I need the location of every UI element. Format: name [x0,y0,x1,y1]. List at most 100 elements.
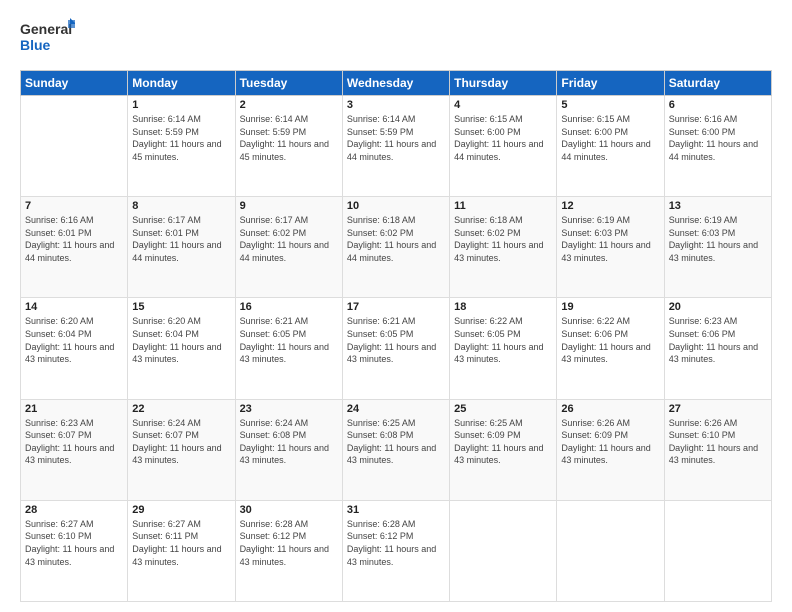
header-saturday: Saturday [664,71,771,96]
day-info: Sunrise: 6:24 AM Sunset: 6:07 PM Dayligh… [132,417,230,467]
day-number: 28 [25,504,123,516]
calendar-week-2: 7 Sunrise: 6:16 AM Sunset: 6:01 PM Daylig… [21,197,772,298]
day-number: 7 [25,200,123,212]
day-info: Sunrise: 6:23 AM Sunset: 6:07 PM Dayligh… [25,417,123,467]
calendar-cell-w5-d4: 31Sunrise: 6:28 AM Sunset: 6:12 PM Dayli… [342,500,449,601]
day-number: 23 [240,403,338,415]
day-number: 1 [132,99,230,111]
day-info: Sunrise: 6:23 AM Sunset: 6:06 PM Dayligh… [669,315,767,365]
header-thursday: Thursday [450,71,557,96]
day-info: Sunrise: 6:18 AM Sunset: 6:02 PM Dayligh… [454,214,552,264]
day-info: Sunrise: 6:28 AM Sunset: 6:12 PM Dayligh… [240,518,338,568]
calendar-cell-w1-d4: 3 Sunrise: 6:14 AM Sunset: 5:59 PM Daylig… [342,96,449,197]
day-number: 26 [561,403,659,415]
calendar-cell-w1-d5: 4 Sunrise: 6:15 AM Sunset: 6:00 PM Daylig… [450,96,557,197]
day-number: 21 [25,403,123,415]
calendar-cell-w3-d6: 19 Sunrise: 6:22 AM Sunset: 6:06 PM Dayli… [557,298,664,399]
day-info: Sunrise: 6:27 AM Sunset: 6:10 PM Dayligh… [25,518,123,568]
day-number: 25 [454,403,552,415]
calendar-cell-w4-d6: 26 Sunrise: 6:26 AM Sunset: 6:09 PM Dayli… [557,399,664,500]
calendar-cell-w5-d5 [450,500,557,601]
day-info: Sunrise: 6:18 AM Sunset: 6:02 PM Dayligh… [347,214,445,264]
calendar-cell-w3-d1: 14 Sunrise: 6:20 AM Sunset: 6:04 PM Dayli… [21,298,128,399]
calendar-cell-w3-d3: 16 Sunrise: 6:21 AM Sunset: 6:05 PM Dayli… [235,298,342,399]
day-info: Sunrise: 6:25 AM Sunset: 6:08 PM Dayligh… [347,417,445,467]
day-number: 30 [240,504,338,516]
day-number: 20 [669,301,767,313]
day-number: 10 [347,200,445,212]
calendar-cell-w5-d3: 30 Sunrise: 6:28 AM Sunset: 6:12 PM Dayli… [235,500,342,601]
calendar-cell-w1-d1 [21,96,128,197]
calendar-cell-w2-d2: 8 Sunrise: 6:17 AM Sunset: 6:01 PM Daylig… [128,197,235,298]
day-info: Sunrise: 6:26 AM Sunset: 6:10 PM Dayligh… [669,417,767,467]
calendar-week-1: 1 Sunrise: 6:14 AM Sunset: 5:59 PM Daylig… [21,96,772,197]
day-info: Sunrise: 6:14 AM Sunset: 5:59 PM Dayligh… [132,113,230,163]
calendar-cell-w1-d7: 6 Sunrise: 6:16 AM Sunset: 6:00 PM Daylig… [664,96,771,197]
day-info: Sunrise: 6:28 AM Sunset: 6:12 PM Dayligh… [347,518,445,568]
day-number: 13 [669,200,767,212]
calendar-week-3: 14 Sunrise: 6:20 AM Sunset: 6:04 PM Dayli… [21,298,772,399]
calendar-cell-w4-d2: 22 Sunrise: 6:24 AM Sunset: 6:07 PM Dayli… [128,399,235,500]
logo: General Blue [20,18,75,60]
day-number: 18 [454,301,552,313]
svg-text:General: General [20,21,72,37]
calendar-cell-w2-d1: 7 Sunrise: 6:16 AM Sunset: 6:01 PM Daylig… [21,197,128,298]
day-info: Sunrise: 6:15 AM Sunset: 6:00 PM Dayligh… [454,113,552,163]
day-info: Sunrise: 6:21 AM Sunset: 6:05 PM Dayligh… [240,315,338,365]
calendar-cell-w4-d5: 25Sunrise: 6:25 AM Sunset: 6:09 PM Dayli… [450,399,557,500]
day-number: 9 [240,200,338,212]
day-number: 5 [561,99,659,111]
day-number: 22 [132,403,230,415]
calendar-cell-w3-d7: 20 Sunrise: 6:23 AM Sunset: 6:06 PM Dayli… [664,298,771,399]
day-info: Sunrise: 6:16 AM Sunset: 6:00 PM Dayligh… [669,113,767,163]
calendar-cell-w2-d5: 11Sunrise: 6:18 AM Sunset: 6:02 PM Dayli… [450,197,557,298]
day-number: 17 [347,301,445,313]
calendar-cell-w4-d3: 23 Sunrise: 6:24 AM Sunset: 6:08 PM Dayli… [235,399,342,500]
day-info: Sunrise: 6:14 AM Sunset: 5:59 PM Dayligh… [347,113,445,163]
day-info: Sunrise: 6:22 AM Sunset: 6:05 PM Dayligh… [454,315,552,365]
day-info: Sunrise: 6:22 AM Sunset: 6:06 PM Dayligh… [561,315,659,365]
header-friday: Friday [557,71,664,96]
calendar-cell-w3-d5: 18 Sunrise: 6:22 AM Sunset: 6:05 PM Dayli… [450,298,557,399]
calendar-cell-w4-d7: 27Sunrise: 6:26 AM Sunset: 6:10 PM Dayli… [664,399,771,500]
calendar-cell-w1-d6: 5 Sunrise: 6:15 AM Sunset: 6:00 PM Daylig… [557,96,664,197]
day-number: 3 [347,99,445,111]
header: General Blue [20,18,772,60]
day-info: Sunrise: 6:21 AM Sunset: 6:05 PM Dayligh… [347,315,445,365]
page: General Blue SundayMondayTuesdayWednesda… [0,0,792,612]
header-wednesday: Wednesday [342,71,449,96]
day-info: Sunrise: 6:17 AM Sunset: 6:01 PM Dayligh… [132,214,230,264]
calendar-cell-w1-d3: 2Sunrise: 6:14 AM Sunset: 5:59 PM Daylig… [235,96,342,197]
day-info: Sunrise: 6:14 AM Sunset: 5:59 PM Dayligh… [240,113,338,163]
calendar-cell-w3-d2: 15Sunrise: 6:20 AM Sunset: 6:04 PM Dayli… [128,298,235,399]
day-number: 12 [561,200,659,212]
day-number: 14 [25,301,123,313]
calendar-cell-w5-d7 [664,500,771,601]
calendar-cell-w5-d1: 28 Sunrise: 6:27 AM Sunset: 6:10 PM Dayli… [21,500,128,601]
header-tuesday: Tuesday [235,71,342,96]
day-number: 8 [132,200,230,212]
day-number: 6 [669,99,767,111]
day-info: Sunrise: 6:16 AM Sunset: 6:01 PM Dayligh… [25,214,123,264]
calendar-header-row: SundayMondayTuesdayWednesdayThursdayFrid… [21,71,772,96]
calendar-cell-w3-d4: 17 Sunrise: 6:21 AM Sunset: 6:05 PM Dayli… [342,298,449,399]
calendar-cell-w1-d2: 1 Sunrise: 6:14 AM Sunset: 5:59 PM Daylig… [128,96,235,197]
logo-svg: General Blue [20,18,75,60]
svg-text:Blue: Blue [20,37,51,53]
day-info: Sunrise: 6:15 AM Sunset: 6:00 PM Dayligh… [561,113,659,163]
day-number: 19 [561,301,659,313]
calendar-table: SundayMondayTuesdayWednesdayThursdayFrid… [20,70,772,602]
calendar-cell-w4-d4: 24Sunrise: 6:25 AM Sunset: 6:08 PM Dayli… [342,399,449,500]
calendar-week-4: 21 Sunrise: 6:23 AM Sunset: 6:07 PM Dayli… [21,399,772,500]
day-info: Sunrise: 6:19 AM Sunset: 6:03 PM Dayligh… [669,214,767,264]
calendar-cell-w5-d2: 29Sunrise: 6:27 AM Sunset: 6:11 PM Dayli… [128,500,235,601]
day-info: Sunrise: 6:24 AM Sunset: 6:08 PM Dayligh… [240,417,338,467]
calendar-cell-w2-d3: 9 Sunrise: 6:17 AM Sunset: 6:02 PM Daylig… [235,197,342,298]
day-info: Sunrise: 6:26 AM Sunset: 6:09 PM Dayligh… [561,417,659,467]
day-number: 16 [240,301,338,313]
day-number: 4 [454,99,552,111]
calendar-cell-w2-d6: 12Sunrise: 6:19 AM Sunset: 6:03 PM Dayli… [557,197,664,298]
day-info: Sunrise: 6:17 AM Sunset: 6:02 PM Dayligh… [240,214,338,264]
day-info: Sunrise: 6:20 AM Sunset: 6:04 PM Dayligh… [25,315,123,365]
day-info: Sunrise: 6:20 AM Sunset: 6:04 PM Dayligh… [132,315,230,365]
